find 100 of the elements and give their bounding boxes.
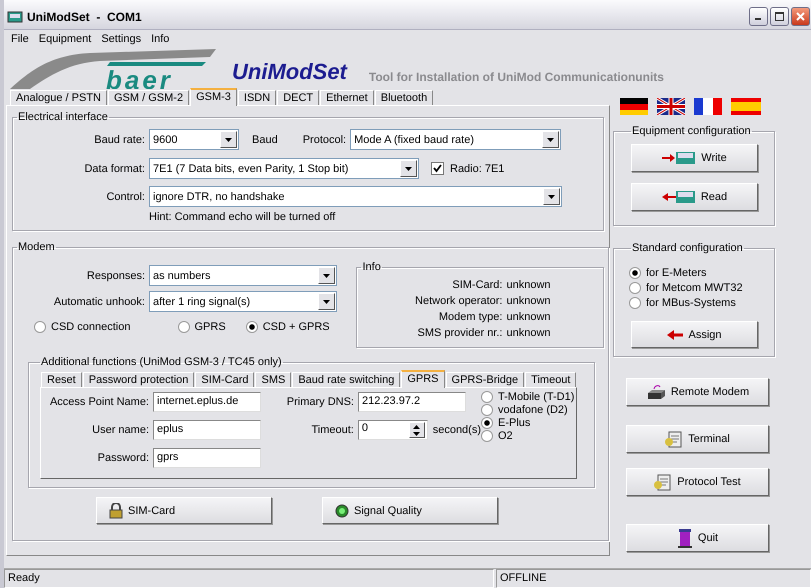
tab[interactable]: Timeout <box>525 372 576 387</box>
menu-item[interactable]: Settings <box>96 33 146 45</box>
option-label[interactable]: O2 <box>498 430 513 442</box>
field-label: Responses: <box>86 270 145 282</box>
tab[interactable]: Reset <box>41 372 82 387</box>
tab[interactable]: GSM-3 <box>190 88 237 106</box>
caret-down-icon <box>323 274 330 278</box>
info-label: Network operator: <box>414 295 502 307</box>
radio-button[interactable] <box>481 391 493 403</box>
menu-item[interactable]: Info <box>146 33 174 45</box>
close-button[interactable] <box>791 7 810 26</box>
radio-button[interactable] <box>34 321 46 333</box>
logo-text: baer <box>106 65 173 89</box>
field-label: Control: <box>105 190 145 202</box>
tagline: Tool for Installation of UniMod Communicationunits <box>368 70 664 84</box>
info-label: SIM-Card: <box>451 279 502 291</box>
signal-lamp-icon <box>335 504 349 518</box>
menu-item[interactable]: Equipment <box>34 33 96 45</box>
group-title: Modem <box>17 241 56 253</box>
minimize-button[interactable] <box>749 7 768 26</box>
option-label[interactable]: for MBus-Systems <box>646 297 736 309</box>
option-label[interactable]: CSD + GPRS <box>262 321 330 333</box>
tab[interactable]: Baud rate switching <box>292 372 400 387</box>
hint-text: Hint: Command echo will be turned off <box>149 211 336 223</box>
field-label: Access Point Name: <box>48 396 149 408</box>
radio-button[interactable] <box>629 297 641 309</box>
read-button[interactable]: Read <box>631 183 758 211</box>
tab[interactable]: ISDN <box>238 90 276 105</box>
option-label[interactable]: vodafone (D2) <box>498 404 568 416</box>
text-field[interactable]: internet.eplus.de <box>153 392 261 412</box>
option-label[interactable]: CSD connection <box>51 321 130 333</box>
close-icon <box>796 12 805 21</box>
tab[interactable]: SMS <box>255 372 292 387</box>
document-icon <box>665 430 684 448</box>
field-label: Protocol: <box>302 134 346 146</box>
radio-button[interactable] <box>481 417 493 429</box>
tab[interactable]: DECT <box>277 90 320 105</box>
spanish-flag-icon <box>731 98 761 115</box>
left-arrow-icon <box>667 330 684 340</box>
text-field[interactable]: gprs <box>153 448 261 468</box>
menu-item[interactable]: File <box>6 33 34 45</box>
caret-down-icon <box>547 138 554 142</box>
group-title: Standard configuration <box>631 242 744 254</box>
maximize-icon <box>775 12 784 21</box>
group-title: Equipment configuration <box>631 125 752 137</box>
status-text: OFFLINE <box>496 569 811 588</box>
write-button[interactable]: Write <box>631 144 758 172</box>
radio-button[interactable] <box>481 430 493 442</box>
field-label: Timeout: <box>310 424 354 436</box>
option-label[interactable]: GPRS <box>194 321 226 333</box>
tab[interactable]: Ethernet <box>320 90 374 105</box>
document-icon <box>654 473 672 491</box>
option-label[interactable]: T-Mobile (T-D1) <box>498 391 574 403</box>
field-label: Automatic unhook: <box>52 296 145 308</box>
option-label[interactable]: E-Plus <box>498 417 530 429</box>
checkbox[interactable]: Radio: 7E1 <box>431 162 504 175</box>
quit-button[interactable]: Quit <box>626 524 769 552</box>
radio-button[interactable] <box>629 282 641 294</box>
tab[interactable]: GPRS-Bridge <box>446 372 524 387</box>
unit-label: second(s) <box>432 424 481 436</box>
info-value: unknown <box>506 295 551 307</box>
control-dropdown[interactable]: ignore DTR, no handshake <box>149 186 562 207</box>
maximize-button[interactable] <box>770 7 789 26</box>
baud-rate-dropdown[interactable]: 9600 <box>149 129 239 150</box>
terminal-button[interactable]: Terminal <box>626 425 769 453</box>
caret-down-icon <box>323 300 330 304</box>
responses-dropdown[interactable]: as numbers <box>149 265 337 286</box>
unit-label: Baud <box>252 134 278 146</box>
option-label[interactable]: for E-Meters <box>646 267 707 279</box>
unhook-dropdown[interactable]: after 1 ring signal(s) <box>149 291 337 312</box>
remote-modem-button[interactable]: Remote Modem <box>626 378 769 406</box>
text-field[interactable]: eplus <box>153 420 261 440</box>
option-label[interactable]: for Metcom MWT32 <box>646 282 743 294</box>
tab[interactable]: GSM / GSM-2 <box>108 90 190 105</box>
caret-down-icon <box>225 138 232 142</box>
app-icon <box>7 8 23 24</box>
tab[interactable]: Password protection <box>82 372 194 387</box>
spin-arrows-icon <box>413 424 420 436</box>
protocol-dropdown[interactable]: Mode A (fixed baud rate) <box>350 129 562 150</box>
british-flag-icon <box>657 98 685 115</box>
info-value: unknown <box>506 311 551 323</box>
signal-quality-button[interactable]: Signal Quality <box>322 497 498 524</box>
protocol-test-button[interactable]: Protocol Test <box>626 468 769 496</box>
text-field[interactable]: 212.23.97.2 <box>358 392 466 412</box>
read-arrow-icon <box>662 190 696 204</box>
radio-button[interactable] <box>481 404 493 416</box>
german-flag-icon <box>620 98 648 115</box>
info-label: Modem type: <box>438 311 502 323</box>
tab[interactable]: Bluetooth <box>374 90 434 105</box>
sim-card-button[interactable]: SIM-Card <box>96 497 272 524</box>
group-title: Info <box>361 261 382 273</box>
tab[interactable]: Analogue / PSTN <box>10 90 107 105</box>
radio-button[interactable] <box>629 267 641 279</box>
tab[interactable]: GPRS <box>401 370 445 388</box>
radio-button[interactable] <box>178 321 190 333</box>
tab[interactable]: SIM-Card <box>195 372 254 387</box>
assign-button[interactable]: Assign <box>631 321 758 348</box>
data-format-dropdown[interactable]: 7E1 (7 Data bits, even Parity, 1 Stop bit) <box>149 158 419 179</box>
radio-button[interactable] <box>246 321 258 333</box>
spin-field[interactable]: 0 <box>358 420 428 440</box>
